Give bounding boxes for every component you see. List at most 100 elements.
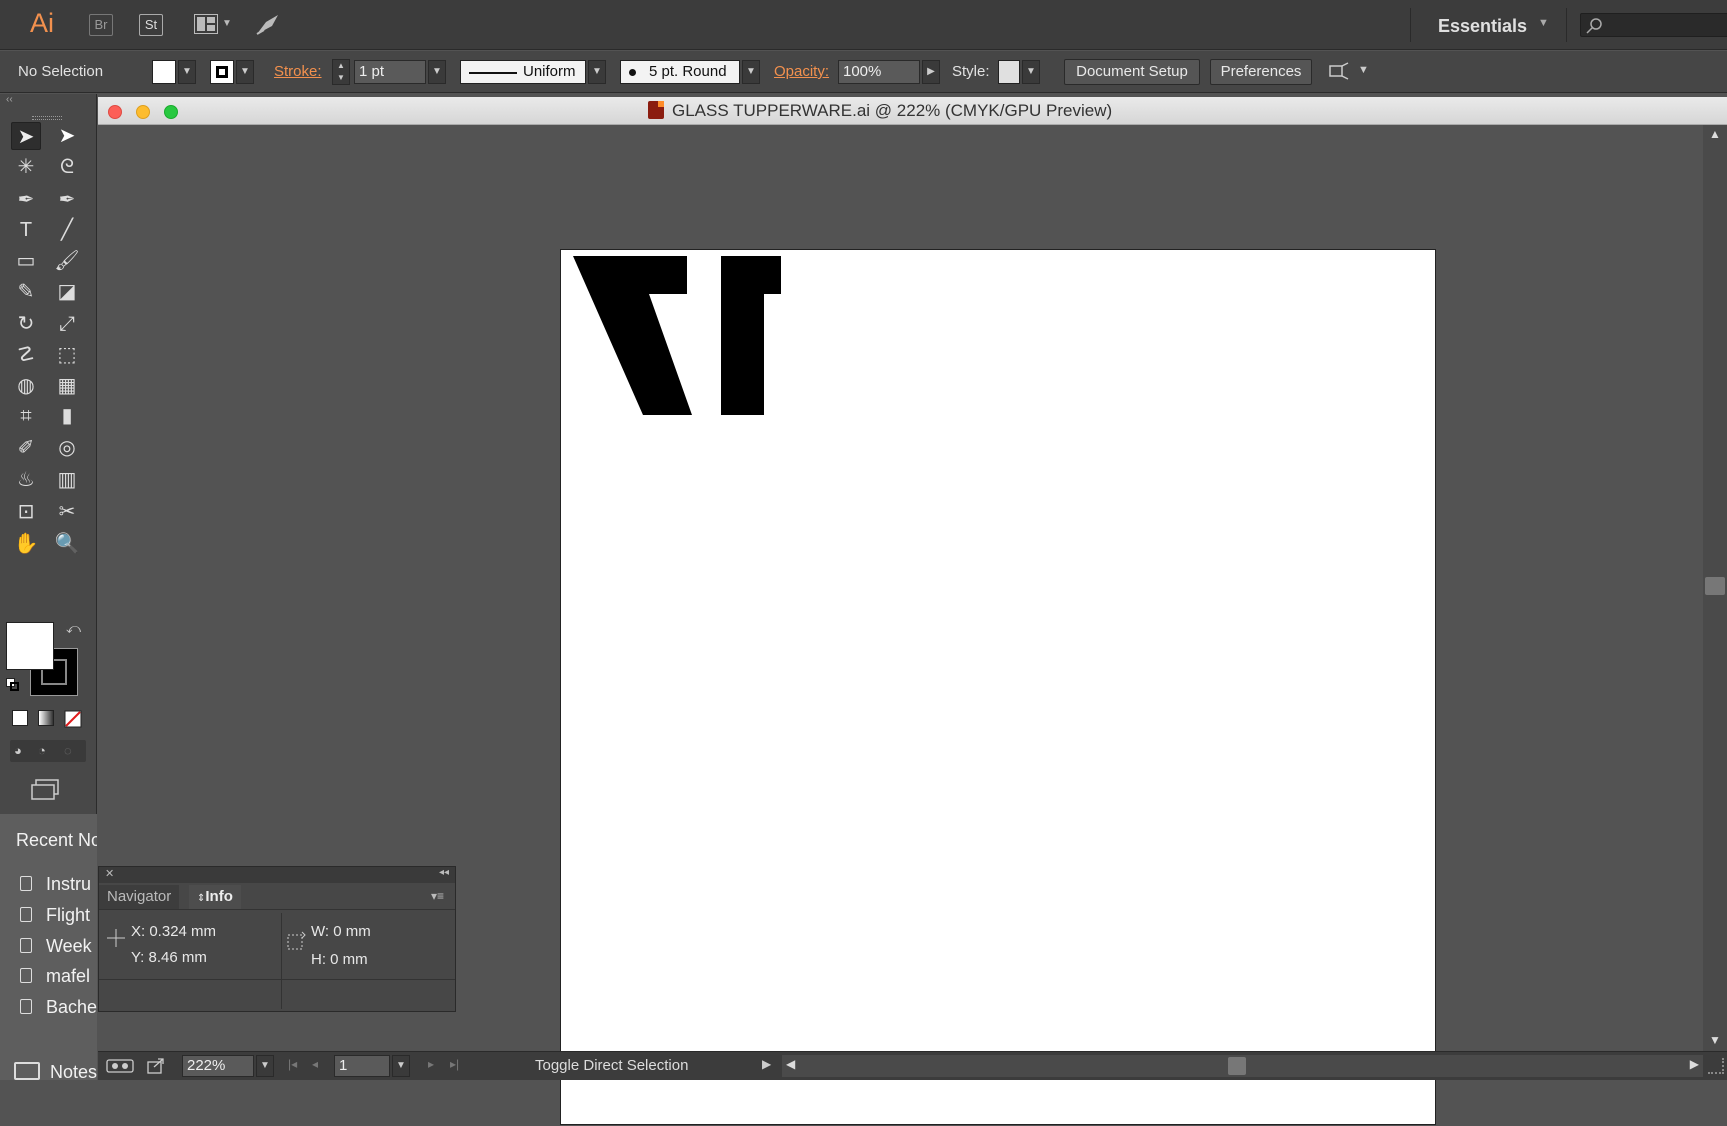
collapse-panel-icon[interactable]: ◂◂ [439,867,449,878]
draw-normal-icon[interactable]: ◕ [14,743,30,759]
zoom-window-button[interactable] [164,105,178,119]
recent-note-item[interactable]: Bache [20,997,97,1018]
swap-fill-stroke-icon[interactable]: ⤺ [66,620,81,637]
tab-info[interactable]: ⇕Info [189,885,241,909]
draw-behind-icon[interactable]: ◔ [38,743,54,759]
zoom-tool-icon[interactable]: 🔍 [52,530,82,558]
none-mode-icon[interactable] [64,710,82,728]
stock-button[interactable]: St [139,14,163,36]
document-setup-button[interactable]: Document Setup [1064,59,1200,85]
variable-width-profile[interactable]: Uniform [460,60,586,84]
arrange-panel-icon[interactable] [1328,62,1350,82]
stroke-swatch[interactable] [210,60,234,84]
paintbrush-tool-icon[interactable]: 🖌 [52,247,82,275]
tools-grip-icon[interactable] [32,116,62,120]
slice-tool-icon[interactable]: ✂ [52,498,82,526]
column-graph-tool-icon[interactable]: ▥ [52,466,82,494]
hand-tool-icon[interactable]: ✋ [11,530,41,558]
artwork-one-shape[interactable] [721,256,781,415]
pen-tool-icon[interactable]: ✒ [11,186,41,214]
fill-color-box[interactable] [6,622,54,670]
notes-footer[interactable]: Notes [50,1062,97,1080]
gpu-status-icon[interactable] [106,1058,134,1074]
artboard-tool-icon[interactable]: ⊡ [11,498,41,526]
eyedropper-tool-icon[interactable]: ✐ [11,434,41,462]
next-artboard-icon[interactable]: ▸ [428,1057,434,1071]
style-dropdown[interactable]: ▼ [1022,60,1040,84]
workspace-switcher[interactable]: Essentials [1438,16,1527,37]
change-screen-mode-icon[interactable] [30,778,60,802]
direct-selection-tool-icon[interactable]: ➤ [52,122,82,150]
gradient-mode-icon[interactable] [38,710,54,726]
preferences-button[interactable]: Preferences [1210,59,1312,85]
default-fill-stroke-icon[interactable] [6,678,20,692]
stroke-weight-dropdown[interactable]: ▼ [428,60,446,84]
recent-note-item[interactable]: Week [20,936,92,957]
opacity-panel-link[interactable]: Opacity: [774,63,829,80]
blend-tool-icon[interactable]: ◎ [52,434,82,462]
control-bar-menu-icon[interactable]: ▼ [1358,64,1369,76]
workspace-caret-icon[interactable]: ▼ [1538,17,1549,29]
status-menu-arrow-icon[interactable]: ▶ [762,1057,771,1071]
arrange-documents-icon[interactable] [194,14,218,34]
fill-dropdown[interactable]: ▼ [178,60,196,84]
bridge-button[interactable]: Br [89,14,113,36]
profile-dropdown[interactable]: ▼ [588,60,606,84]
scroll-left-icon[interactable]: ◀ [786,1057,795,1071]
color-mode-icon[interactable] [12,710,28,726]
magic-wand-tool-icon[interactable]: ✳ [11,153,41,181]
search-field[interactable] [1580,13,1727,37]
stroke-panel-link[interactable]: Stroke: [274,63,322,80]
type-tool-icon[interactable]: T [11,216,41,244]
free-transform-tool-icon[interactable]: ⬚ [52,341,82,369]
perspective-grid-tool-icon[interactable]: ▦ [52,372,82,400]
pencil-tool-icon[interactable]: ✎ [11,278,41,306]
opacity-arrow[interactable]: ▶ [922,60,940,84]
opacity-field[interactable]: 100% [838,60,920,84]
lasso-tool-icon[interactable]: ᘓ [52,153,82,181]
shape-builder-tool-icon[interactable]: ◍ [11,372,41,400]
artboard-number-field[interactable]: 1 [334,1055,390,1077]
last-artboard-icon[interactable]: ▸| [450,1057,459,1071]
draw-inside-icon[interactable]: ◌ [64,743,80,759]
close-panel-icon[interactable]: ✕ [105,867,114,880]
panel-menu-icon[interactable]: ▾≡ [431,889,444,903]
close-window-button[interactable] [108,105,122,119]
vertical-scrollbar[interactable]: ▲ ▼ [1703,125,1727,1055]
recent-note-item[interactable]: mafel [20,966,90,987]
artwork-seven-shape[interactable] [573,256,692,415]
scale-tool-icon[interactable]: ⤢ [52,310,82,338]
collapse-tools-icon[interactable]: ‹‹ [6,94,13,105]
vertical-scroll-thumb[interactable] [1705,577,1725,595]
recent-note-item[interactable]: Flight [20,905,90,926]
stroke-weight-field[interactable]: 1 pt [354,60,426,84]
recent-note-item[interactable]: Instru [20,874,91,895]
stroke-swatch-dropdown[interactable]: ▼ [236,60,254,84]
selection-tool-icon[interactable]: ➤ [11,122,41,150]
resize-grip-icon[interactable] [1708,1058,1724,1074]
curvature-tool-icon[interactable]: ✒ [52,186,82,214]
warp-tool-icon[interactable]: ☡ [11,341,41,369]
graphic-style-swatch[interactable] [998,60,1020,84]
horizontal-scrollbar[interactable]: ◀ ▶ [782,1055,1703,1077]
brush-definition[interactable]: 5 pt. Round [620,60,740,84]
minimize-window-button[interactable] [136,105,150,119]
previous-artboard-icon[interactable]: ◂ [312,1057,318,1071]
zoom-level-field[interactable]: 222% [182,1055,254,1077]
artboard-number-dropdown[interactable]: ▼ [392,1055,410,1077]
symbol-sprayer-tool-icon[interactable]: ♨ [11,466,41,494]
brush-dropdown[interactable]: ▼ [742,60,760,84]
scroll-up-icon[interactable]: ▲ [1709,127,1721,141]
tab-navigator[interactable]: Navigator [99,885,180,909]
scroll-right-icon[interactable]: ▶ [1690,1057,1699,1071]
line-tool-icon[interactable]: ╱ [52,216,82,244]
status-tool-text[interactable]: Toggle Direct Selection [535,1057,688,1074]
first-artboard-icon[interactable]: |◂ [288,1057,297,1071]
zoom-level-dropdown[interactable]: ▼ [256,1055,274,1077]
gradient-tool-icon[interactable]: ▮ [52,402,82,430]
share-icon[interactable] [146,1057,166,1075]
mesh-tool-icon[interactable]: ⌗ [11,402,41,430]
arrange-documents-caret-icon[interactable]: ▼ [222,18,232,29]
rotate-tool-icon[interactable]: ↻ [11,310,41,338]
artboard[interactable] [560,249,1436,1125]
